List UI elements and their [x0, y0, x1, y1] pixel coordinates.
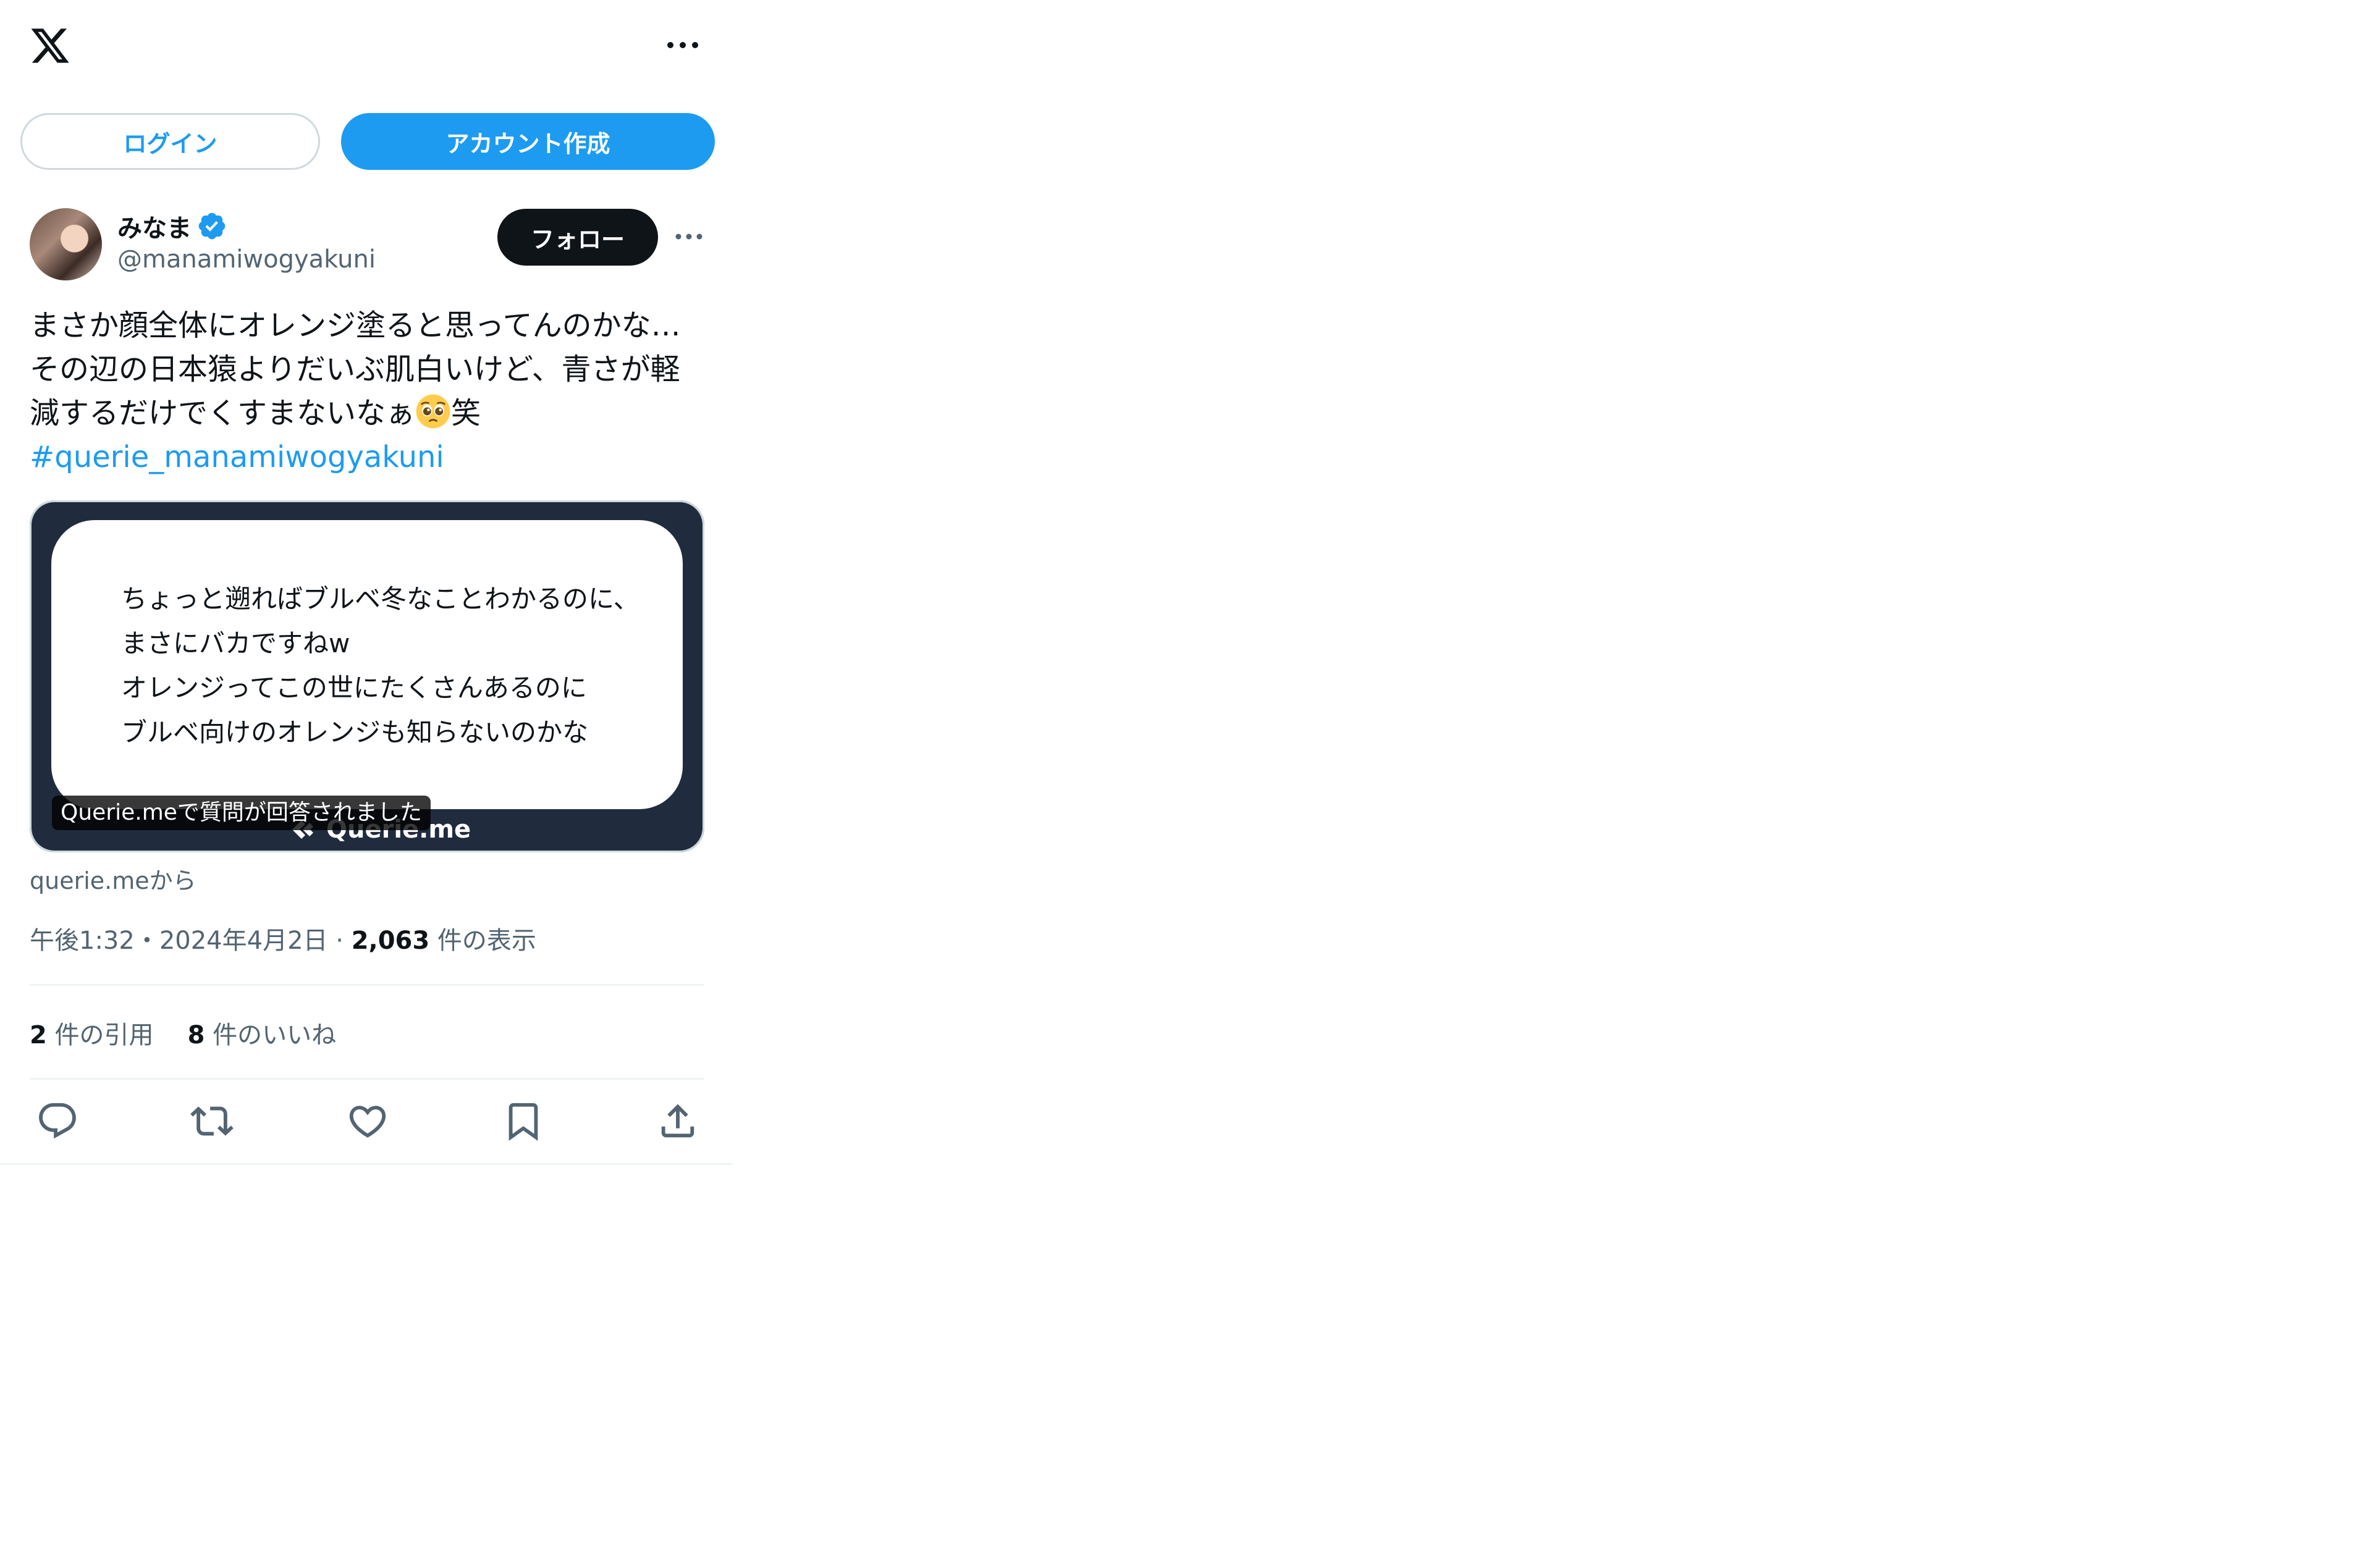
divider	[30, 1078, 704, 1080]
likes-stat[interactable]: 8 件のいいね	[188, 1021, 337, 1049]
tweet-date[interactable]: 2024年4月2日	[159, 927, 328, 955]
tweet-source-link[interactable]: querie.meから	[30, 862, 196, 896]
author-handle[interactable]: @manamiwogyakuni	[117, 245, 376, 274]
follow-button[interactable]: フォロー	[497, 209, 658, 266]
engagement-stats: 2 件の引用 8 件のいいね	[30, 1015, 336, 1051]
tweet-time[interactable]: 午後1:32	[30, 927, 135, 955]
tweet-more-icon[interactable]	[673, 229, 704, 245]
top-bar	[0, 0, 732, 93]
card-question-panel: ちょっと遡ればブルベ冬なことわかるのに、 まさにバカですねw オレンジってこの世…	[51, 520, 683, 809]
meta-separator: ·	[327, 927, 352, 955]
quotes-stat[interactable]: 2 件の引用	[30, 1021, 154, 1049]
divider	[0, 1163, 732, 1165]
card-text: ちょっと遡ればブルベ冬なことわかるのに、 まさにバカですねw オレンジってこの世…	[121, 577, 639, 755]
hashtag-link[interactable]: #querie_manamiwogyakuni	[30, 435, 715, 479]
like-icon	[349, 1106, 386, 1138]
card-line: ちょっと遡ればブルベ冬なことわかるのに、	[121, 584, 639, 614]
avatar[interactable]	[30, 208, 102, 280]
tweet-line-suffix: 笑	[451, 396, 481, 431]
pleading-face-emoji	[416, 394, 450, 429]
x-logo-icon[interactable]	[29, 25, 71, 67]
tweet-meta: 午後1:32・2024年4月2日 · 2,063 件の表示	[30, 920, 536, 956]
views-label: 件の表示	[429, 927, 536, 955]
retweet-button[interactable]	[190, 1099, 234, 1143]
more-horizontal-icon[interactable]	[664, 36, 701, 54]
quotes-count: 2	[30, 1021, 47, 1049]
views-count: 2,063	[351, 927, 430, 955]
tweet-line-with-emoji: 減するだけでくすまないなぁ 笑	[30, 392, 715, 435]
verified-badge-icon	[198, 212, 226, 240]
tweet-line: その辺の日本猿よりだいぶ肌白いけど、青さが軽	[30, 352, 680, 387]
media-card[interactable]: ちょっと遡ればブルベ冬なことわかるのに、 まさにバカですねw オレンジってこの世…	[30, 500, 704, 852]
card-alt-badge: Querie.meで質問が回答されました	[52, 796, 431, 830]
card-line: オレンジってこの世にたくさんあるのに	[121, 673, 587, 703]
tweet-line: まさか顔全体にオレンジ塗ると思ってんのかな…	[30, 308, 681, 343]
share-icon	[661, 1104, 694, 1138]
divider	[30, 984, 704, 986]
action-bar	[0, 1099, 732, 1146]
reply-button[interactable]	[36, 1099, 79, 1143]
author-name-row: みなま	[117, 208, 227, 244]
quotes-label: 件の引用	[46, 1021, 154, 1049]
likes-count: 8	[187, 1021, 205, 1049]
author-display-name[interactable]: みなま	[117, 208, 192, 244]
card-line: まさにバカですねw	[121, 628, 350, 658]
bookmark-button[interactable]	[502, 1099, 545, 1143]
tweet-line-text: 減するだけでくすまないなぁ	[30, 396, 416, 431]
bookmark-icon	[508, 1103, 538, 1141]
like-button[interactable]	[346, 1099, 389, 1143]
retweet-icon	[190, 1106, 234, 1136]
meta-separator: ・	[134, 927, 159, 955]
reply-icon	[39, 1103, 76, 1139]
likes-label: 件のいいね	[205, 1021, 337, 1049]
tweet-text: まさか顔全体にオレンジ塗ると思ってんのかな… その辺の日本猿よりだいぶ肌白いけど…	[30, 304, 715, 479]
share-button[interactable]	[656, 1099, 699, 1143]
card-line: ブルベ向けのオレンジも知らないのかな	[121, 717, 589, 747]
login-button[interactable]: ログイン	[20, 113, 320, 170]
create-account-button[interactable]: アカウント作成	[341, 113, 715, 170]
